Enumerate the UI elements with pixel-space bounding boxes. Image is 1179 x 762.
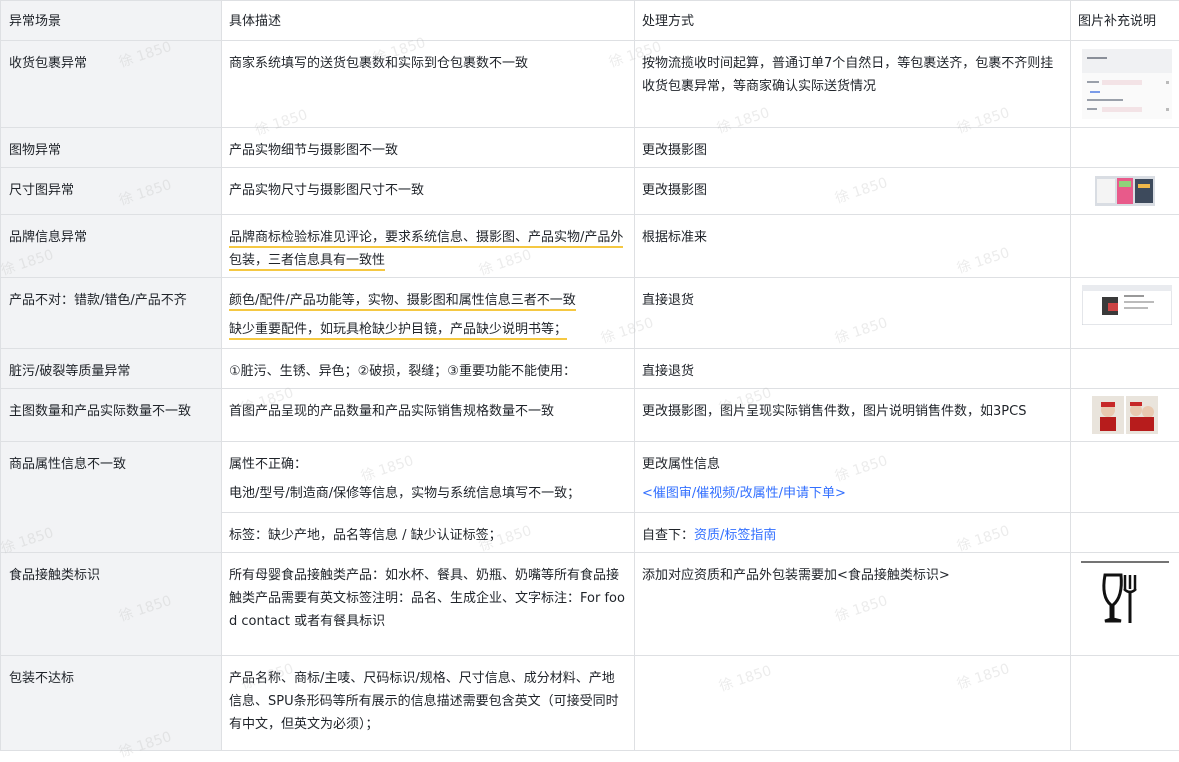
header-image-note: 图片补充说明	[1071, 1, 1179, 41]
table-row: 食品接触类标识 所有母婴食品接触类产品：如水杯、餐具、奶瓶、奶嘴等所有食品接触类…	[1, 553, 1179, 656]
image-cell	[1071, 41, 1179, 128]
image-cell	[1071, 656, 1179, 751]
size-chart-thumbnail[interactable]	[1095, 176, 1155, 206]
description-line: 颜色/配件/产品功能等，实物、摄影图和属性信息三者不一致	[229, 289, 627, 312]
label-guide-link[interactable]: 资质/标签指南	[694, 528, 776, 543]
scene-cell: 食品接触类标识	[1, 553, 222, 656]
description-cell: 颜色/配件/产品功能等，实物、摄影图和属性信息三者不一致 缺少重要配件，如玩具枪…	[222, 278, 635, 349]
handling-cell: 更改属性信息 <催图审/催视频/改属性/申请下单>	[635, 442, 1071, 513]
handling-cell: 更改摄影图，图片呈现实际销售件数，图片说明销售件数，如3PCS	[635, 389, 1071, 442]
description-line: 属性不正确：	[229, 453, 627, 476]
scene-cell: 包装不达标	[1, 656, 222, 751]
handling-cell: 更改摄影图	[635, 168, 1071, 215]
handling-cell: 按物流揽收时间起算，普通订单7个自然日，等包裹送齐，包裹不齐则挂收货包裹异常，等…	[635, 41, 1071, 128]
handling-cell: 根据标准来	[635, 215, 1071, 278]
handling-cell	[635, 656, 1071, 751]
image-cell	[1071, 278, 1179, 349]
description-cell: 属性不正确： 电池/型号/制造商/保修等信息，实物与系统信息填写不一致；	[222, 442, 635, 513]
scene-cell: 主图数量和产品实际数量不一致	[1, 389, 222, 442]
food-contact-symbol-icon[interactable]	[1079, 561, 1171, 631]
handling-cell: 自查下：资质/标签指南	[635, 513, 1071, 553]
handling-cell: 添加对应资质和产品外包装需要加<食品接触类标识>	[635, 553, 1071, 656]
table-row: 产品不对：错款/错色/产品不齐 颜色/配件/产品功能等，实物、摄影图和属性信息三…	[1, 278, 1179, 349]
image-cell	[1071, 349, 1179, 389]
table-row: 主图数量和产品实际数量不一致 首图产品呈现的产品数量和产品实际销售规格数量不一致…	[1, 389, 1179, 442]
handling-cell: 更改摄影图	[635, 128, 1071, 168]
handling-line: 更改属性信息	[642, 453, 1063, 476]
description-cell: 标签：缺少产地，品名等信息 / 缺少认证标签；	[222, 513, 635, 553]
scene-cell: 商品属性信息不一致	[1, 442, 222, 553]
description-cell: ①脏污、生锈、异色；②破损，裂缝；③重要功能不能使用：	[222, 349, 635, 389]
table-header-row: 异常场景 具体描述 处理方式 图片补充说明	[1, 1, 1179, 41]
scene-cell: 尺寸图异常	[1, 168, 222, 215]
image-cell	[1071, 168, 1179, 215]
image-cell	[1071, 128, 1179, 168]
scene-cell: 图物异常	[1, 128, 222, 168]
image-cell	[1071, 442, 1179, 513]
handling-prefix: 自查下：	[642, 528, 694, 543]
description-cell: 所有母婴食品接触类产品：如水杯、餐具、奶瓶、奶嘴等所有食品接触类产品需要有英文标…	[222, 553, 635, 656]
image-cell	[1071, 513, 1179, 553]
scene-cell: 脏污/破裂等质量异常	[1, 349, 222, 389]
table-row: 图物异常 产品实物细节与摄影图不一致 更改摄影图	[1, 128, 1179, 168]
description-cell: 品牌商标检验标准见评论，要求系统信息、摄影图、产品实物/产品外包装，三者信息具有…	[222, 215, 635, 278]
header-description: 具体描述	[222, 1, 635, 41]
image-cell	[1071, 553, 1179, 656]
request-links[interactable]: <催图审/催视频/改属性/申请下单>	[642, 482, 1063, 505]
header-scene: 异常场景	[1, 1, 222, 41]
highlighted-text: 品牌商标检验标准见评论，要求系统信息、摄影图、产品实物/产品外包装，三者信息具有…	[229, 230, 623, 271]
scene-cell: 产品不对：错款/错色/产品不齐	[1, 278, 222, 349]
description-line: 缺少重要配件，如玩具枪缺少护目镜，产品缺少说明书等；	[229, 318, 627, 341]
description-cell: 商家系统填写的送货包裹数和实际到仓包裹数不一致	[222, 41, 635, 128]
table-row: 包装不达标 产品名称、商标/主唛、尺码标识/规格、尺寸信息、成分材料、产地信息、…	[1, 656, 1179, 751]
table-row: 品牌信息异常 品牌商标检验标准见评论，要求系统信息、摄影图、产品实物/产品外包装…	[1, 215, 1179, 278]
product-photos[interactable]	[1092, 396, 1158, 434]
image-cell	[1071, 215, 1179, 278]
scene-cell: 收货包裹异常	[1, 41, 222, 128]
description-cell: 产品名称、商标/主唛、尺码标识/规格、尺寸信息、成分材料、产地信息、SPU条形码…	[222, 656, 635, 751]
image-cell	[1071, 389, 1179, 442]
exception-table: 异常场景 具体描述 处理方式 图片补充说明 收货包裹异常 商家系统填写的送货包裹…	[0, 0, 1179, 751]
product-page-thumbnail[interactable]	[1082, 285, 1172, 325]
table-row: 收货包裹异常 商家系统填写的送货包裹数和实际到仓包裹数不一致 按物流揽收时间起算…	[1, 41, 1179, 128]
handling-cell: 直接退货	[635, 278, 1071, 349]
screenshot-thumbnail[interactable]	[1082, 49, 1172, 119]
table-row: 尺寸图异常 产品实物尺寸与摄影图尺寸不一致 更改摄影图	[1, 168, 1179, 215]
scene-cell: 品牌信息异常	[1, 215, 222, 278]
header-handling: 处理方式	[635, 1, 1071, 41]
table-row: 脏污/破裂等质量异常 ①脏污、生锈、异色；②破损，裂缝；③重要功能不能使用： 直…	[1, 349, 1179, 389]
table-row: 商品属性信息不一致 属性不正确： 电池/型号/制造商/保修等信息，实物与系统信息…	[1, 442, 1179, 513]
handling-cell: 直接退货	[635, 349, 1071, 389]
description-cell: 产品实物尺寸与摄影图尺寸不一致	[222, 168, 635, 215]
description-line: 电池/型号/制造商/保修等信息，实物与系统信息填写不一致；	[229, 482, 627, 505]
description-cell: 首图产品呈现的产品数量和产品实际销售规格数量不一致	[222, 389, 635, 442]
description-cell: 产品实物细节与摄影图不一致	[222, 128, 635, 168]
